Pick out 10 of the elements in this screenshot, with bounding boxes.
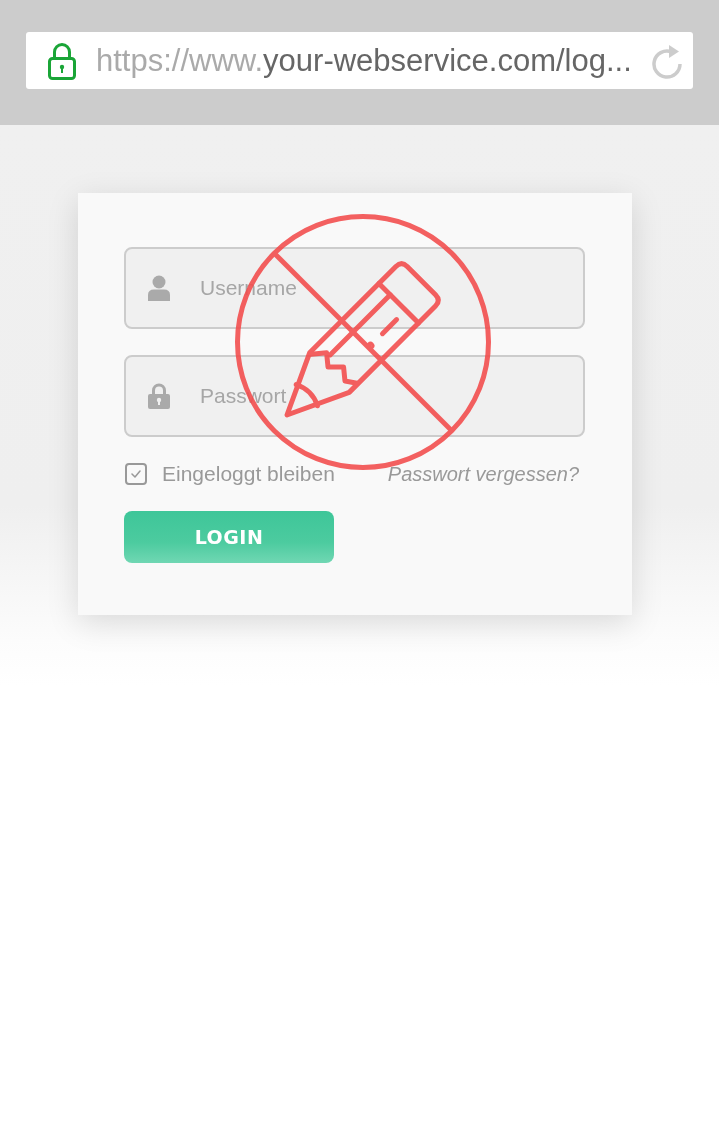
tick-icon	[131, 470, 141, 478]
login-button[interactable]: LOGIN	[124, 511, 334, 563]
user-icon	[148, 275, 170, 301]
remember-checkbox[interactable]	[125, 463, 147, 485]
forgot-password-link[interactable]: Passwort vergessen?	[387, 462, 579, 486]
reload-icon[interactable]	[650, 42, 684, 79]
url-text: https://www.your-webservice.com/log...	[96, 42, 633, 79]
padlock-icon	[148, 383, 170, 409]
remember-label[interactable]: Eingeloggt bleiben	[162, 462, 335, 486]
address-bar[interactable]: https://www.your-webservice.com/log...	[26, 32, 693, 89]
